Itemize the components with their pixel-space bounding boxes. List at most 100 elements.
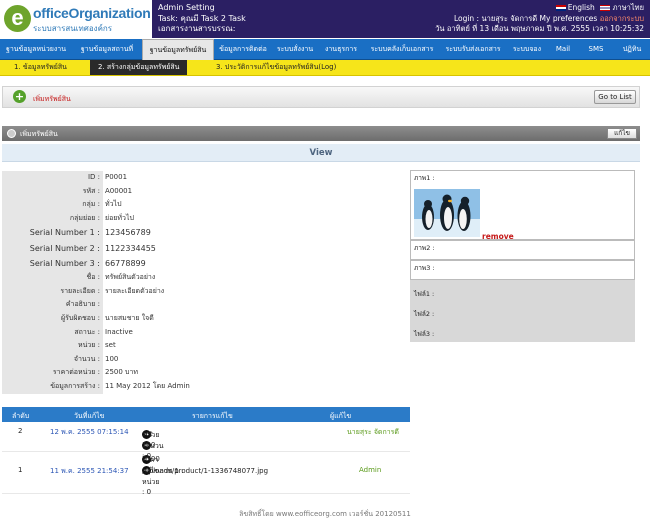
nav-doc-transfer[interactable]: ระบบรับส่งเอกสาร — [440, 39, 506, 60]
nav-doc-storage[interactable]: ระบบคลังเก็บเอกสาร — [364, 39, 440, 60]
logout-link[interactable]: ออกจากระบบ — [600, 14, 644, 23]
info-label: กลุ่ม : — [2, 198, 103, 212]
nav-mail[interactable]: Mail — [548, 39, 578, 60]
info-row-status: สถานะ : Inactive — [2, 325, 407, 340]
task-count[interactable]: Task: คุณมี Task 2 Task — [158, 14, 246, 25]
nav-admin-work[interactable]: งานธุรการ — [318, 39, 364, 60]
panel-title-bar: เพิ่มทรัพย์สิน แก้ไข — [2, 126, 640, 141]
uk-flag-icon — [555, 5, 566, 11]
info-row-serial2: Serial Number 2 :1122334455 — [2, 240, 407, 256]
info-row-owner: ผู้รับผิดชอบ : นายสมชาย ใจดี — [2, 312, 407, 326]
nav-task[interactable]: ระบบสั่งงาน — [272, 39, 318, 60]
admin-panel: Admin Setting Task: คุณมี Task 2 Task เอ… — [158, 3, 246, 35]
col-date: วันที่แก้ไข — [74, 412, 105, 420]
nav-calendar[interactable]: ปฏิทิน — [614, 39, 650, 60]
info-value: 100 — [105, 354, 119, 363]
info-value: 11 May 2012 โดย Admin — [105, 382, 190, 391]
nav-asset-db[interactable]: ฐานข้อมูลทรัพย์สิน — [142, 39, 214, 60]
info-label: Serial Number 2 : — [2, 240, 103, 256]
logo-e-icon: e — [4, 5, 31, 32]
panel-title: เพิ่มทรัพย์สิน — [20, 130, 58, 138]
info-row-quantity: จำนวน :100 — [2, 352, 407, 367]
subnav-edit-log[interactable]: 3. ประวัติการแก้ไขข้อมูลทรัพย์สิน(Log) — [216, 60, 336, 75]
info-label: ชื่อ : — [2, 271, 103, 285]
info-row-subgroup: กลุ่มย่อย : ย่อยทั่วไป — [2, 211, 407, 226]
panel-bullet-icon — [7, 129, 16, 138]
login-user[interactable]: นายสุระ จัดการดี — [481, 14, 537, 23]
image-3-label: ภาพ3 : — [414, 264, 435, 272]
lang-english[interactable]: English — [568, 3, 595, 12]
info-value: 66778899 — [105, 258, 146, 268]
info-label: รหัส : — [2, 184, 103, 199]
thai-flag-icon — [600, 5, 611, 11]
edit-button[interactable]: แก้ไข — [607, 128, 637, 139]
lang-thai[interactable]: ภาษาไทย — [613, 3, 644, 12]
history-table: ลำดับ วันที่แก้ไข รายการแก้ไข ผู้แก้ไข 2… — [2, 407, 410, 496]
penguin-photo[interactable] — [414, 189, 480, 237]
info-label: Serial Number 1 : — [2, 225, 103, 241]
info-label: ผู้รับผิดชอบ : — [2, 312, 103, 326]
add-asset-link[interactable]: เพิ่มทรัพย์สิน — [33, 94, 71, 105]
info-value: A00001 — [105, 186, 133, 195]
image-slot-2: ภาพ2 : — [410, 240, 635, 260]
footer: ลิขสิทธิ์โดย www.eofficeorg.com เวอร์ชั่… — [239, 510, 411, 518]
asset-info: ID : P0001 รหัส : A00001 กลุ่ม : ทั่วไป กลุ… — [2, 171, 407, 394]
nav-location-db[interactable]: ฐานข้อมูลสถานที่ — [72, 39, 142, 60]
history-row: 1 11 พ.ค. 2555 21:54:37 ราคาต่อหน่วย : 0… — [2, 452, 410, 496]
file-3-label: ไฟล์3 : — [414, 330, 435, 338]
nav-contact[interactable]: ข้อมูลการติดต่อ — [214, 39, 272, 60]
history-row: 2 12 พ.ค. 2555 07:15:14 หน่วย : ➜ set จำ… — [2, 422, 410, 460]
go-to-list-button[interactable]: Go to List — [594, 90, 636, 104]
row-no: 2 — [18, 427, 23, 435]
info-label: Serial Number 3 : — [2, 255, 103, 272]
info-row-code: รหัส : A00001 — [2, 184, 407, 199]
info-value: Inactive — [105, 327, 133, 336]
subnav-asset-data[interactable]: 1. ข้อมูลทรัพย์สิน — [14, 60, 67, 75]
image-1-label: ภาพ1 : — [414, 174, 435, 182]
nav-booking[interactable]: ระบบจอง — [506, 39, 548, 60]
login-prefix: Login : — [453, 13, 480, 23]
info-row-unit-price: ราคาต่อหน่วย :2500 บาท — [2, 366, 407, 381]
nav-sms[interactable]: SMS — [578, 39, 614, 60]
history-header: ลำดับ วันที่แก้ไข รายการแก้ไข ผู้แก้ไข — [2, 407, 410, 422]
add-icon[interactable]: + — [13, 90, 26, 103]
info-label: จำนวน : — [2, 352, 103, 367]
info-value: นายสมชาย ใจดี — [105, 314, 154, 323]
info-value: 1122334455 — [105, 243, 156, 253]
info-row-name: ชื่อ : ทรัพย์สินตัวอย่าง — [2, 271, 407, 285]
col-no: ลำดับ — [12, 412, 30, 420]
info-row-description: คำอธิบาย : — [2, 298, 407, 313]
info-label: กลุ่มย่อย : — [2, 211, 103, 226]
preferences-link[interactable]: My preferences — [540, 14, 598, 23]
action-bar: + เพิ่มทรัพย์สิน Go to List — [2, 86, 640, 108]
row-editor: นายสุระ จัดการดี — [347, 428, 399, 436]
info-value: P0001 — [105, 173, 128, 181]
info-value: ทรัพย์สินตัวอย่าง — [105, 273, 156, 282]
file-2-label: ไฟล์2 : — [414, 310, 435, 318]
admin-setting-link[interactable]: Admin Setting — [158, 3, 246, 14]
info-value: รายละเอียดตัวอย่าง — [105, 286, 165, 295]
row-editor: Admin — [359, 466, 382, 474]
main-nav: ฐานข้อมูลหน่วยงาน ฐานข้อมูลสถานที่ ฐานข้… — [0, 39, 650, 60]
info-value: 123456789 — [105, 228, 151, 238]
info-row-serial1: Serial Number 1 :123456789 — [2, 225, 407, 241]
row-date: 12 พ.ค. 2555 07:15:14 — [50, 428, 129, 436]
info-label: ราคาต่อหน่วย : — [2, 366, 103, 381]
file-slots: ไฟล์1 : ไฟล์2 : ไฟล์3 : — [410, 280, 635, 342]
info-row-serial3: Serial Number 3 :66778899 — [2, 255, 407, 272]
logo[interactable]: e officeOrganization ระบบสารสนเทศองค์กร — [0, 0, 152, 38]
info-label: ข้อมูลการสร้าง : — [2, 380, 103, 394]
nav-org-db[interactable]: ฐานข้อมูลหน่วยงาน — [0, 39, 72, 60]
info-label: คำอธิบาย : — [2, 298, 103, 313]
info-label: หน่วย : — [2, 339, 103, 353]
logo-subtitle: ระบบสารสนเทศองค์กร — [33, 24, 113, 33]
info-label: สถานะ : — [2, 325, 103, 340]
info-row-detail: รายละเอียด : รายละเอียดตัวอย่าง — [2, 284, 407, 299]
row-date: 11 พ.ค. 2555 21:54:37 — [50, 467, 129, 475]
image-2-label: ภาพ2 : — [414, 244, 435, 252]
info-row-unit: หน่วย : set — [2, 339, 407, 353]
subnav-create-group[interactable]: 2. สร้างกลุ่มข้อมูลทรัพย์สิน — [90, 60, 188, 75]
info-label: ID : — [2, 171, 103, 185]
info-row-id: ID : P0001 — [2, 171, 407, 185]
datetime: วัน อาทิตย์ ที่ 13 เดือน พฤษภาคม ปี พ.ศ.… — [435, 24, 644, 33]
